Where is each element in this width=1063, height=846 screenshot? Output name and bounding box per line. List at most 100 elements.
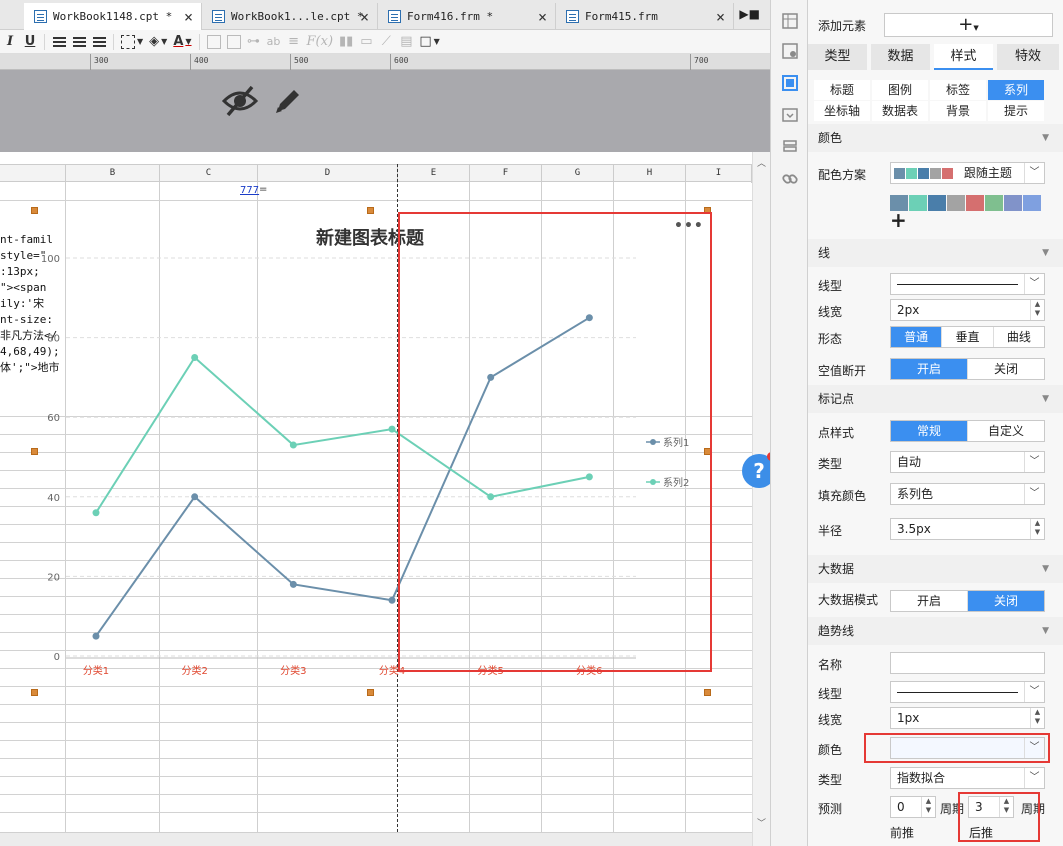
stepper-icon[interactable]: ▲ ▼: [1030, 708, 1044, 728]
align-center-icon[interactable]: [69, 32, 89, 52]
vertical-scrollbar[interactable]: ︿ ﹀: [752, 152, 770, 846]
collapse-icon[interactable]: ▼: [1042, 385, 1049, 413]
spreadsheet-canvas[interactable]: B C D E F G H I 777 = nt-famil style=":…: [0, 152, 752, 832]
text-icon[interactable]: ab: [264, 32, 284, 52]
section-marker[interactable]: 标记点 ▼: [808, 385, 1063, 413]
shape-toggle[interactable]: 普通 垂直 曲线: [890, 326, 1045, 348]
section-bigdata[interactable]: 大数据 ▼: [808, 555, 1063, 583]
chevron-down-icon[interactable]: ﹀: [1024, 274, 1044, 294]
color-swatch[interactable]: [1004, 195, 1022, 211]
collapse-icon[interactable]: ▼: [1042, 239, 1049, 267]
add-element-button[interactable]: +▼: [884, 13, 1053, 37]
point-style-toggle[interactable]: 常规 自定义: [890, 420, 1045, 442]
add-color-icon[interactable]: +: [890, 210, 907, 230]
close-icon[interactable]: ×: [184, 8, 193, 26]
color-swatch[interactable]: [928, 195, 946, 211]
color-swatch[interactable]: [909, 195, 927, 211]
chevron-down-icon[interactable]: ﹀: [1024, 768, 1044, 788]
point-style-normal[interactable]: 常规: [891, 421, 968, 441]
pencil-icon[interactable]: [272, 85, 304, 117]
trend-type-select[interactable]: 指数拟合 ﹀: [890, 767, 1045, 789]
subtab-label[interactable]: 标签: [930, 80, 986, 100]
split-cells-icon[interactable]: [224, 32, 244, 52]
tab-menu-icon[interactable]: ▶■: [739, 7, 760, 21]
chart-icon[interactable]: ▮▮: [336, 32, 356, 52]
trend-line-width-input[interactable]: 1px ▲ ▼: [890, 707, 1045, 729]
widget-settings-icon[interactable]: [781, 42, 799, 60]
tab-form416[interactable]: Form416.frm * ×: [378, 3, 556, 30]
tab-type[interactable]: 类型: [808, 44, 867, 70]
bigdata-off[interactable]: 关闭: [968, 591, 1044, 611]
close-icon[interactable]: ×: [716, 8, 725, 26]
color-swatch[interactable]: [1023, 195, 1041, 211]
font-color-icon[interactable]: A ▼: [170, 32, 194, 52]
image-icon[interactable]: ▭: [356, 32, 376, 52]
eye-hidden-icon[interactable]: [222, 85, 258, 117]
condition-icon[interactable]: [781, 106, 799, 124]
shape-option-normal[interactable]: 普通: [891, 327, 943, 347]
chevron-down-icon[interactable]: ﹀: [1024, 163, 1044, 183]
list-icon[interactable]: ≡: [284, 32, 304, 52]
tab-effects[interactable]: 特效: [997, 44, 1059, 70]
subtab-legend[interactable]: 图例: [872, 80, 928, 100]
color-scheme-select[interactable]: 跟随主题 ﹀: [890, 162, 1045, 184]
null-break-off[interactable]: 关闭: [968, 359, 1044, 379]
bigdata-on[interactable]: 开启: [891, 591, 968, 611]
align-left-icon[interactable]: [49, 32, 69, 52]
stepper-icon[interactable]: ▲ ▼: [1030, 519, 1044, 539]
color-swatch[interactable]: [985, 195, 1003, 211]
resize-handle[interactable]: [31, 448, 38, 455]
bigdata-toggle[interactable]: 开启 关闭: [890, 590, 1045, 612]
fill-color-select[interactable]: 系列色 ﹀: [890, 483, 1045, 505]
layers-icon[interactable]: [781, 138, 799, 156]
subtab-title[interactable]: 标题: [814, 80, 870, 100]
color-swatch[interactable]: [947, 195, 965, 211]
scroll-down-icon[interactable]: ﹀: [757, 816, 766, 829]
section-line[interactable]: 线 ▼: [808, 239, 1063, 267]
italic-icon[interactable]: I: [0, 32, 20, 52]
formula-icon[interactable]: F(x): [304, 32, 337, 52]
collapse-icon[interactable]: ▼: [1042, 555, 1049, 583]
resize-handle[interactable]: [367, 207, 374, 214]
fill-color-icon[interactable]: ◈ ▼: [146, 32, 170, 52]
border-icon[interactable]: ▼: [118, 32, 146, 52]
hyperlink-icon[interactable]: [781, 170, 799, 188]
frame-icon[interactable]: □ ▼: [416, 32, 442, 52]
null-break-on[interactable]: 开启: [891, 359, 968, 379]
subtab-datatable[interactable]: 数据表: [872, 101, 928, 121]
subreport-icon[interactable]: ▤: [396, 32, 416, 52]
null-break-toggle[interactable]: 开启 关闭: [890, 358, 1045, 380]
chevron-down-icon[interactable]: ﹀: [1024, 484, 1044, 504]
color-swatch[interactable]: [966, 195, 984, 211]
horizontal-scrollbar[interactable]: [0, 832, 752, 846]
resize-handle[interactable]: [31, 207, 38, 214]
forecast-forward-input[interactable]: 0 ▲ ▼: [890, 796, 936, 818]
line-width-input[interactable]: 2px ▲ ▼: [890, 299, 1045, 321]
scroll-up-icon[interactable]: ︿: [757, 156, 766, 169]
section-color[interactable]: 颜色 ▼: [808, 124, 1063, 152]
collapse-icon[interactable]: ▼: [1042, 124, 1049, 152]
merge-cells-icon[interactable]: [204, 32, 224, 52]
align-right-icon[interactable]: [89, 32, 109, 52]
tab-workbook1-le[interactable]: WorkBook1...le.cpt * ×: [202, 3, 378, 30]
stepper-icon[interactable]: ▲ ▼: [1030, 300, 1044, 320]
trend-line-type-select[interactable]: ﹀: [890, 681, 1045, 703]
marker-type-select[interactable]: 自动 ﹀: [890, 451, 1045, 473]
chevron-down-icon[interactable]: ﹀: [1024, 452, 1044, 472]
tab-form415[interactable]: Form415.frm ×: [556, 3, 734, 30]
radius-input[interactable]: 3.5px ▲ ▼: [890, 518, 1045, 540]
subtab-tooltip[interactable]: 提示: [988, 101, 1044, 121]
trend-name-input[interactable]: [890, 652, 1045, 674]
close-icon[interactable]: ×: [360, 8, 369, 26]
subtab-axis[interactable]: 坐标轴: [814, 101, 870, 121]
shape-option-vertical[interactable]: 垂直: [942, 327, 994, 347]
close-icon[interactable]: ×: [538, 8, 547, 26]
point-style-custom[interactable]: 自定义: [968, 421, 1044, 441]
tab-data[interactable]: 数据: [871, 44, 930, 70]
chevron-down-icon[interactable]: ﹀: [1024, 682, 1044, 702]
resize-handle[interactable]: [367, 689, 374, 696]
stepper-icon[interactable]: ▲ ▼: [921, 797, 935, 817]
slash-icon[interactable]: ⟋: [376, 32, 396, 52]
cell-properties-icon[interactable]: [781, 12, 799, 30]
underline-icon[interactable]: U: [20, 32, 40, 52]
